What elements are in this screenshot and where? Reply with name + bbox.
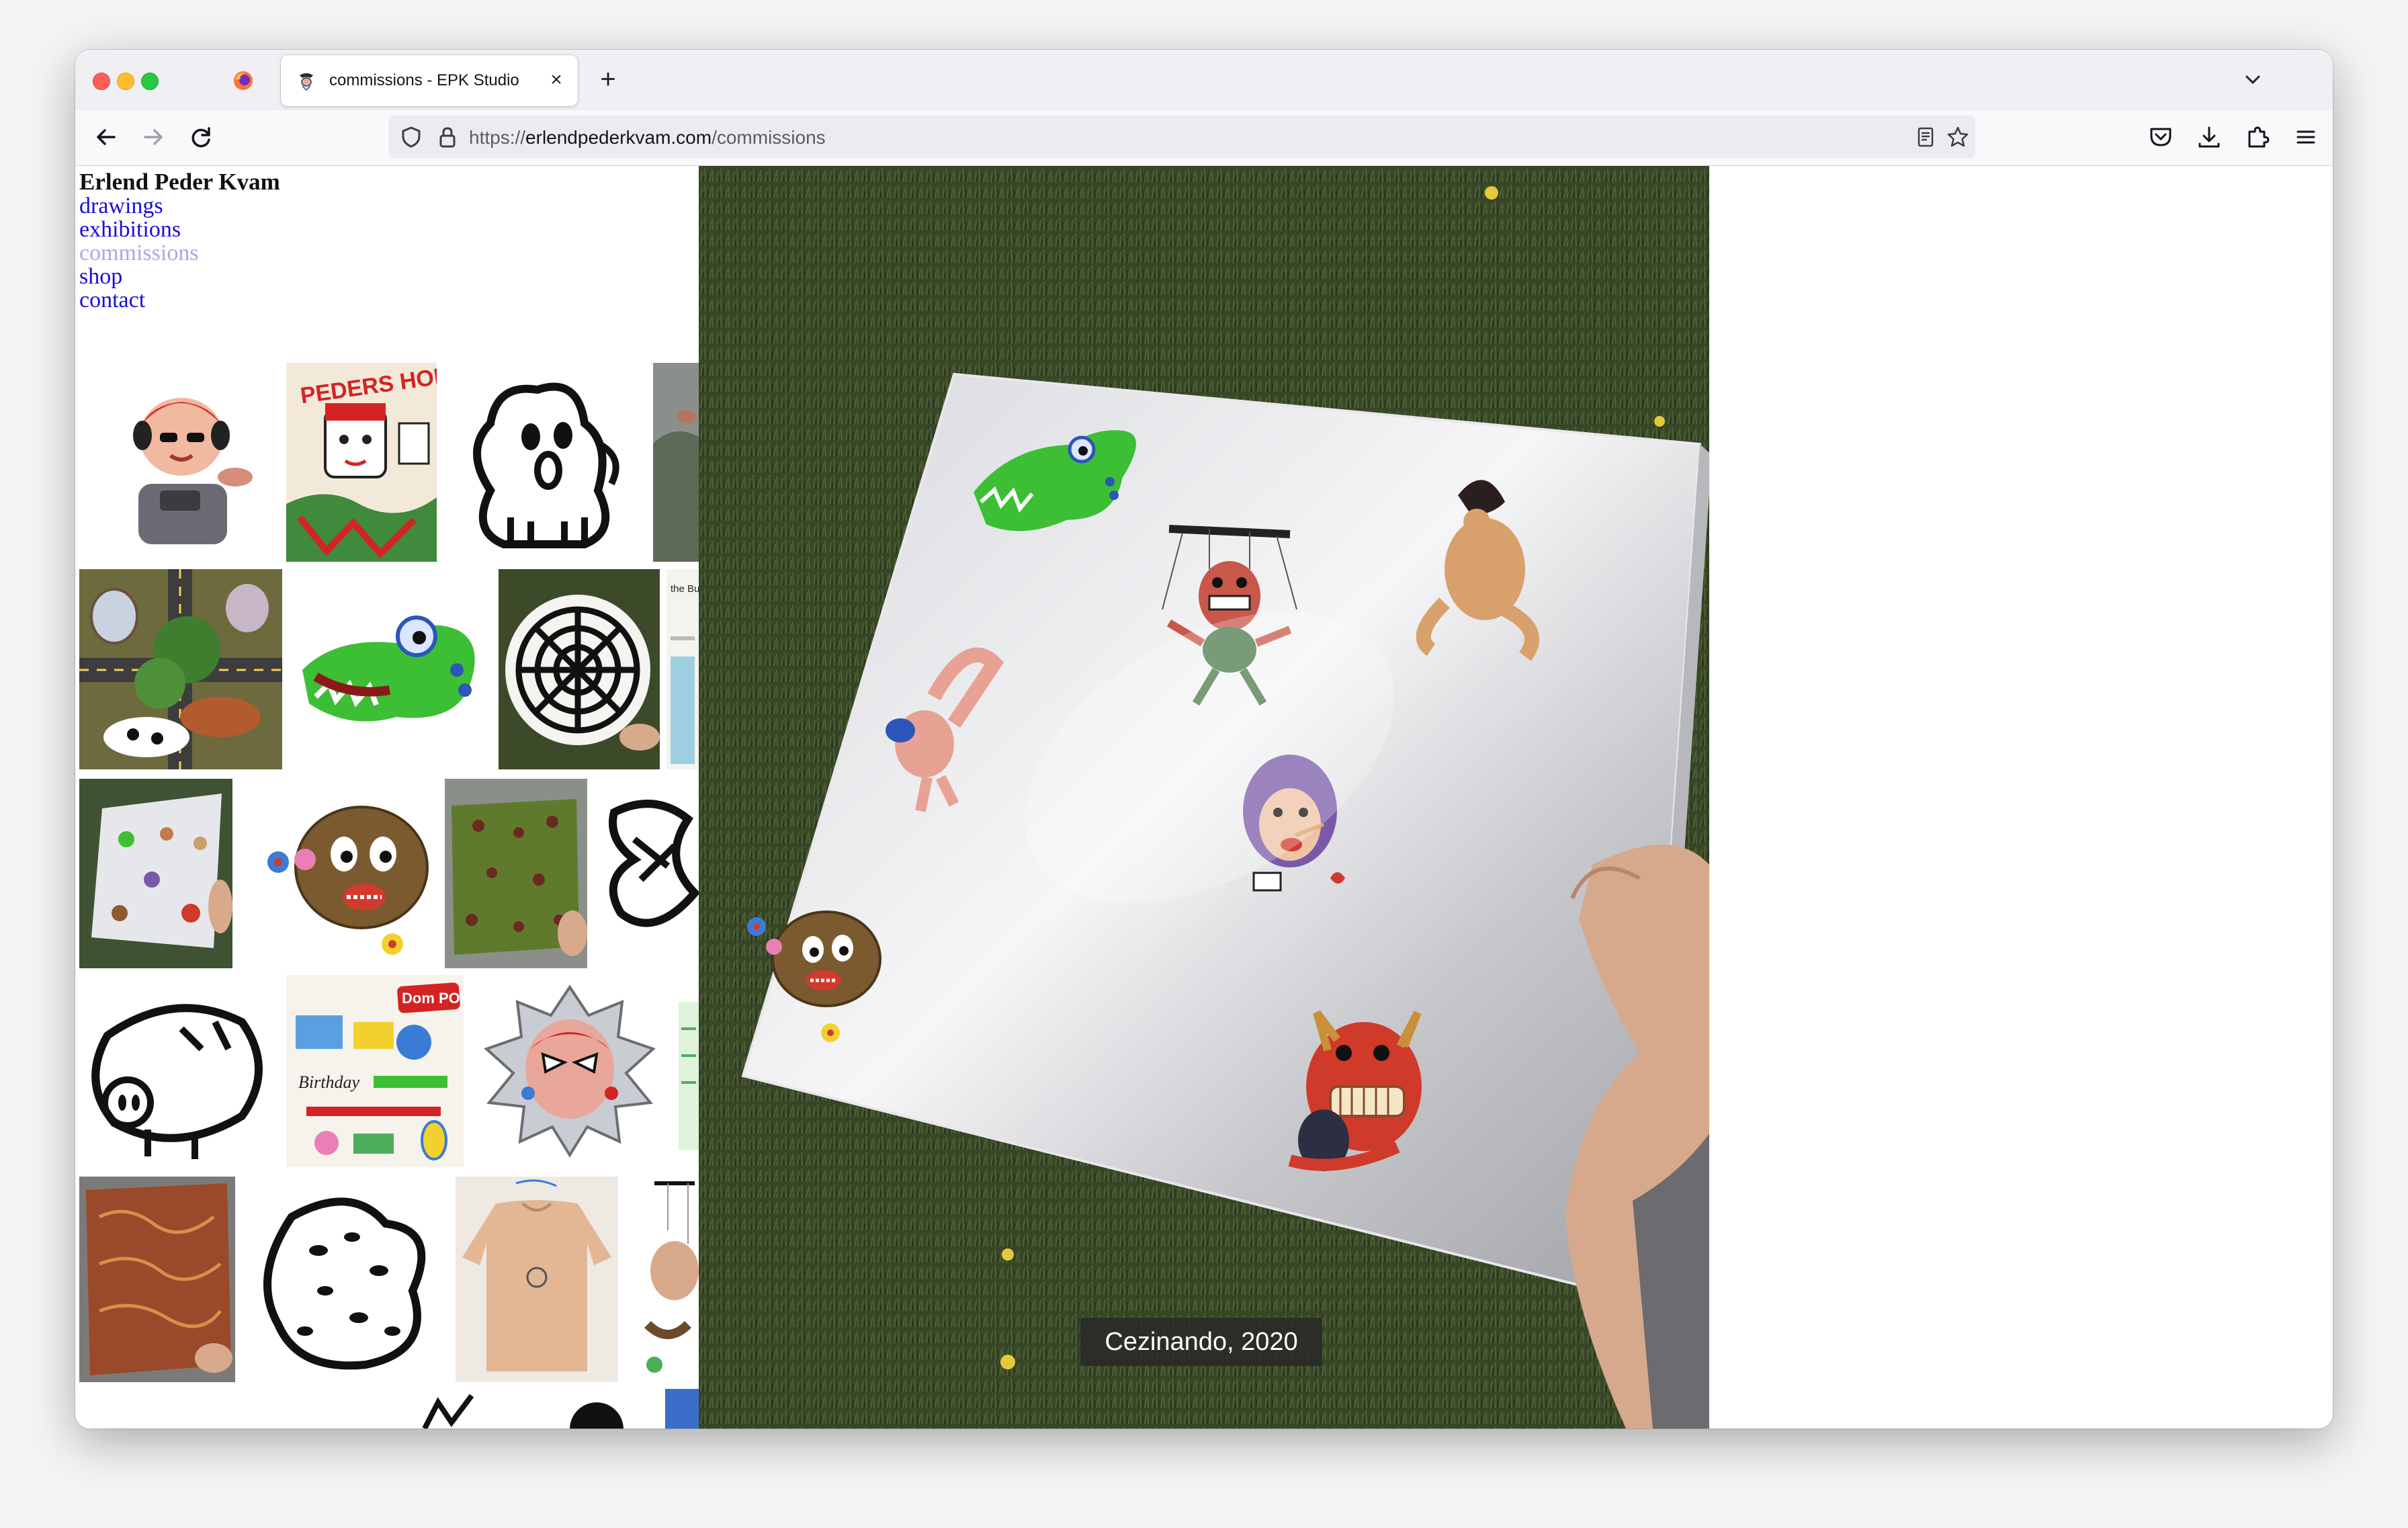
new-tab-button[interactable]: +	[593, 65, 624, 95]
url-scheme: https://	[469, 127, 526, 148]
bookmark-star-icon[interactable]	[1946, 125, 1970, 149]
article-snippet-text: the Bub	[671, 583, 699, 595]
maximize-window-button[interactable]	[141, 73, 159, 90]
tab-commissions[interactable]: commissions - EPK Studio ×	[281, 55, 578, 106]
page-content: PEDERS HODE the Bu Dom PO Birthday Erlen…	[75, 166, 2333, 1429]
thumbnail-puppet-partial[interactable]	[628, 1177, 699, 1382]
pocket-icon[interactable]	[2145, 121, 2177, 153]
url-path: /commissions	[712, 127, 826, 148]
url-text[interactable]: https://erlendpederkvam.com/commissions	[469, 127, 826, 148]
birthday-text: Birthday	[298, 1072, 359, 1092]
nav-link-exhibitions[interactable]: exhibitions	[79, 218, 280, 241]
thumbnail-red-board[interactable]	[79, 1177, 235, 1382]
lock-icon[interactable]	[435, 125, 460, 149]
list-all-tabs-icon[interactable]	[2237, 65, 2268, 95]
thumbnail-flower-creature[interactable]	[239, 779, 438, 968]
thumbnail-line-drawing-partial[interactable]	[594, 779, 699, 968]
nav-link-drawings[interactable]: drawings	[79, 194, 280, 218]
thumbnail-play-mat-figures[interactable]	[79, 569, 282, 769]
site-navigation: Erlend Peder Kvam drawings exhibitions c…	[79, 170, 280, 312]
nav-link-commissions[interactable]: commissions	[79, 241, 280, 265]
thumbnail-green-print-partial[interactable]	[676, 975, 699, 1167]
url-host: erlendpederkvam.com	[525, 127, 712, 148]
image-caption: Cezinando, 2020	[1080, 1318, 1322, 1366]
tab-title: commissions - EPK Studio	[329, 71, 519, 89]
thumbnail-green-board[interactable]	[445, 779, 587, 968]
thumbnail-peders-hode-poster[interactable]: PEDERS HODE	[286, 363, 437, 562]
firefox-view-icon[interactable]	[232, 70, 254, 91]
reader-view-icon[interactable]	[1914, 125, 1938, 149]
thumbnail-spiderman-mask[interactable]	[470, 975, 669, 1167]
thumbnail-ghost-dog-drawing[interactable]	[443, 363, 642, 562]
back-arrow-icon[interactable]	[90, 121, 122, 153]
thumbnail-pig-drawing[interactable]	[81, 975, 282, 1167]
tracking-protection-shield-icon[interactable]	[399, 125, 423, 149]
hamburger-menu-icon[interactable]	[2290, 121, 2322, 153]
image-viewer[interactable]: Cezinando, 2020	[699, 166, 1709, 1429]
thumbnail-figurine-headphones[interactable]	[81, 363, 280, 562]
thumbnail-bird-pattern-drawing[interactable]	[245, 1177, 446, 1382]
thumbnail-sweatshirt[interactable]	[456, 1177, 618, 1382]
thumbnail-grid: PEDERS HODE the Bu Dom PO Birthday Erlen…	[75, 166, 699, 1429]
navigation-toolbar: https://erlendpederkvam.com/commissions	[75, 110, 2333, 166]
browser-window: commissions - EPK Studio × + https://erl…	[75, 50, 2333, 1429]
downloads-icon[interactable]	[2193, 121, 2225, 153]
close-window-button[interactable]	[93, 73, 110, 90]
thumbnail-article-partial[interactable]: the Bub	[666, 569, 699, 769]
nav-link-contact[interactable]: contact	[79, 288, 280, 312]
reload-icon[interactable]	[185, 121, 218, 153]
nav-link-shop[interactable]: shop	[79, 265, 280, 288]
site-favicon-icon	[300, 73, 313, 91]
site-title: Erlend Peder Kvam	[79, 169, 280, 195]
thumbnail-spiderweb-plate[interactable]	[499, 569, 660, 769]
thumbnail-drawing-row6[interactable]	[398, 1389, 492, 1429]
thumbnail-dom-poko-poster[interactable]: Dom POKO Birthday	[286, 975, 464, 1167]
extensions-puzzle-icon[interactable]	[2241, 121, 2274, 153]
thumbnail-blue-row6[interactable]	[665, 1389, 699, 1429]
thumbnail-green-crocodile[interactable]	[289, 569, 492, 769]
close-tab-icon[interactable]: ×	[544, 69, 568, 93]
forward-arrow-icon[interactable]	[137, 121, 169, 153]
thumbnail-landscape-partial[interactable]	[653, 363, 699, 562]
thumbnail-record-sleeve[interactable]	[79, 779, 232, 968]
dom-poko-text: Dom POKO	[402, 990, 464, 1007]
tab-strip: commissions - EPK Studio × +	[75, 50, 2333, 110]
minimize-window-button[interactable]	[117, 73, 134, 90]
thumbnail-head-row6[interactable]	[556, 1389, 637, 1429]
featured-image-record-sleeve	[699, 166, 1709, 1429]
address-bar[interactable]: https://erlendpederkvam.com/commissions	[388, 116, 1975, 159]
